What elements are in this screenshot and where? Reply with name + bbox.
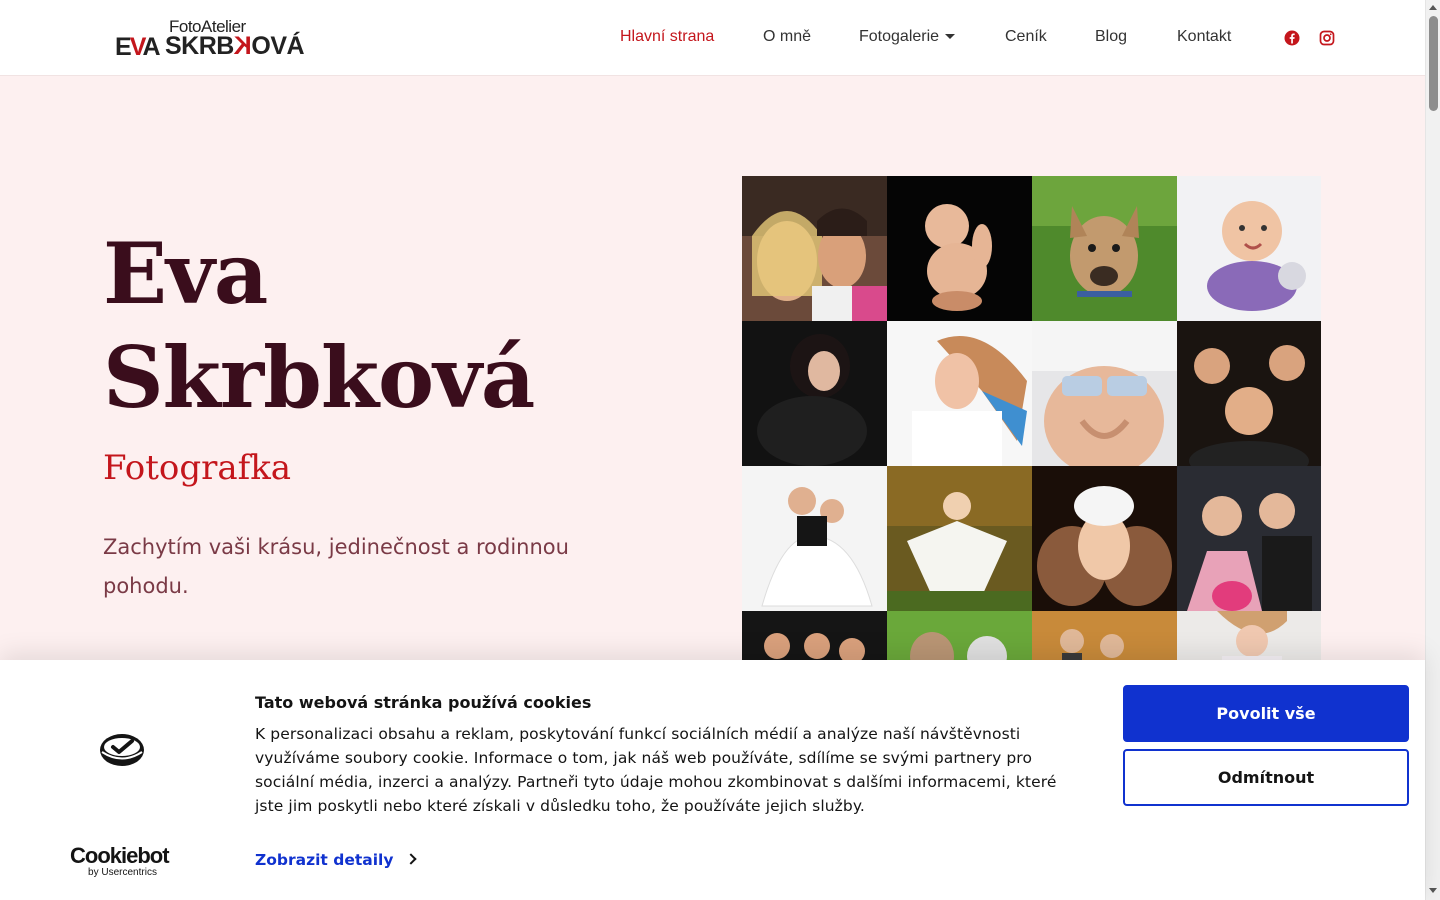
show-details-link[interactable]: Zobrazit detaily — [255, 851, 418, 869]
photo-pregnancy[interactable] — [1032, 321, 1177, 466]
page-scrollbar[interactable] — [1425, 0, 1440, 900]
photo-dog[interactable] — [1032, 176, 1177, 321]
nav-fotogalerie[interactable]: Fotogalerie — [859, 28, 956, 46]
photo-baby-black[interactable] — [887, 176, 1032, 321]
nav-o-mne[interactable]: O mně — [763, 28, 811, 46]
site-logo[interactable]: FotoAtelier EVA SKRBKOVÁ — [115, 17, 310, 61]
photo-wedding[interactable] — [1177, 466, 1321, 611]
hero-title: Eva Skrbková — [103, 222, 535, 430]
site-header: FotoAtelier EVA SKRBKOVÁ Hlavní strana O… — [0, 0, 1425, 76]
photo-couple[interactable] — [742, 176, 887, 321]
photo-group[interactable] — [742, 611, 887, 660]
photo-woman-black[interactable] — [742, 321, 887, 466]
deny-button[interactable]: Odmítnout — [1123, 749, 1409, 806]
hero-title-line2: Skrbková — [103, 328, 535, 427]
scroll-up-icon[interactable] — [1429, 5, 1437, 10]
cookie-title: Tato webová stránka používá cookies — [255, 693, 592, 712]
cookiebot-logo-text: Cookiebot — [70, 843, 170, 868]
photo-baby-feet[interactable] — [1032, 466, 1177, 611]
photo-gallery — [742, 176, 1321, 660]
photo-mother-daughters[interactable] — [742, 466, 887, 611]
nav-fotogalerie-label: Fotogalerie — [859, 28, 940, 45]
hero-subtitle: Fotografka — [103, 448, 292, 488]
cookiebot-logo[interactable]: Cookiebot by Usercentrics — [70, 843, 175, 879]
photo-autumn-group[interactable] — [1032, 611, 1177, 660]
logo-skrbkova: SKRBKOVÁ — [165, 32, 305, 60]
nav-blog[interactable]: Blog — [1095, 28, 1127, 46]
photo-dog-grass[interactable] — [887, 611, 1032, 660]
cookiebot-icon — [100, 734, 144, 766]
allow-all-button[interactable]: Povolit vše — [1123, 685, 1409, 742]
scroll-down-icon[interactable] — [1429, 888, 1437, 893]
cookie-description: K personalizaci obsahu a reklam, poskyto… — [255, 725, 1057, 815]
photo-girl-blue-hair[interactable] — [887, 321, 1032, 466]
photo-woman-autumn[interactable] — [887, 466, 1032, 611]
nav-kontakt[interactable]: Kontakt — [1177, 28, 1231, 46]
show-details-label: Zobrazit detaily — [255, 851, 394, 869]
facebook-icon[interactable] — [1284, 30, 1300, 46]
photo-woman-light[interactable] — [1177, 611, 1321, 660]
scroll-thumb[interactable] — [1429, 16, 1438, 111]
caret-down-icon — [945, 34, 956, 40]
hero-title-line1: Eva — [103, 224, 268, 323]
photo-baby-white[interactable] — [1177, 176, 1321, 321]
photo-family[interactable] — [1177, 321, 1321, 466]
cookiebot-logo-byline: by Usercentrics — [88, 867, 157, 878]
instagram-icon[interactable] — [1319, 30, 1335, 46]
logo-eva: EVA — [115, 33, 161, 61]
nav-hlavni-strana[interactable]: Hlavní strana — [620, 28, 714, 46]
nav-cenik[interactable]: Ceník — [1005, 28, 1047, 46]
hero-text: Zachytím vaši krásu, jedinečnost a rodin… — [103, 535, 569, 598]
chevron-right-icon — [405, 852, 418, 865]
